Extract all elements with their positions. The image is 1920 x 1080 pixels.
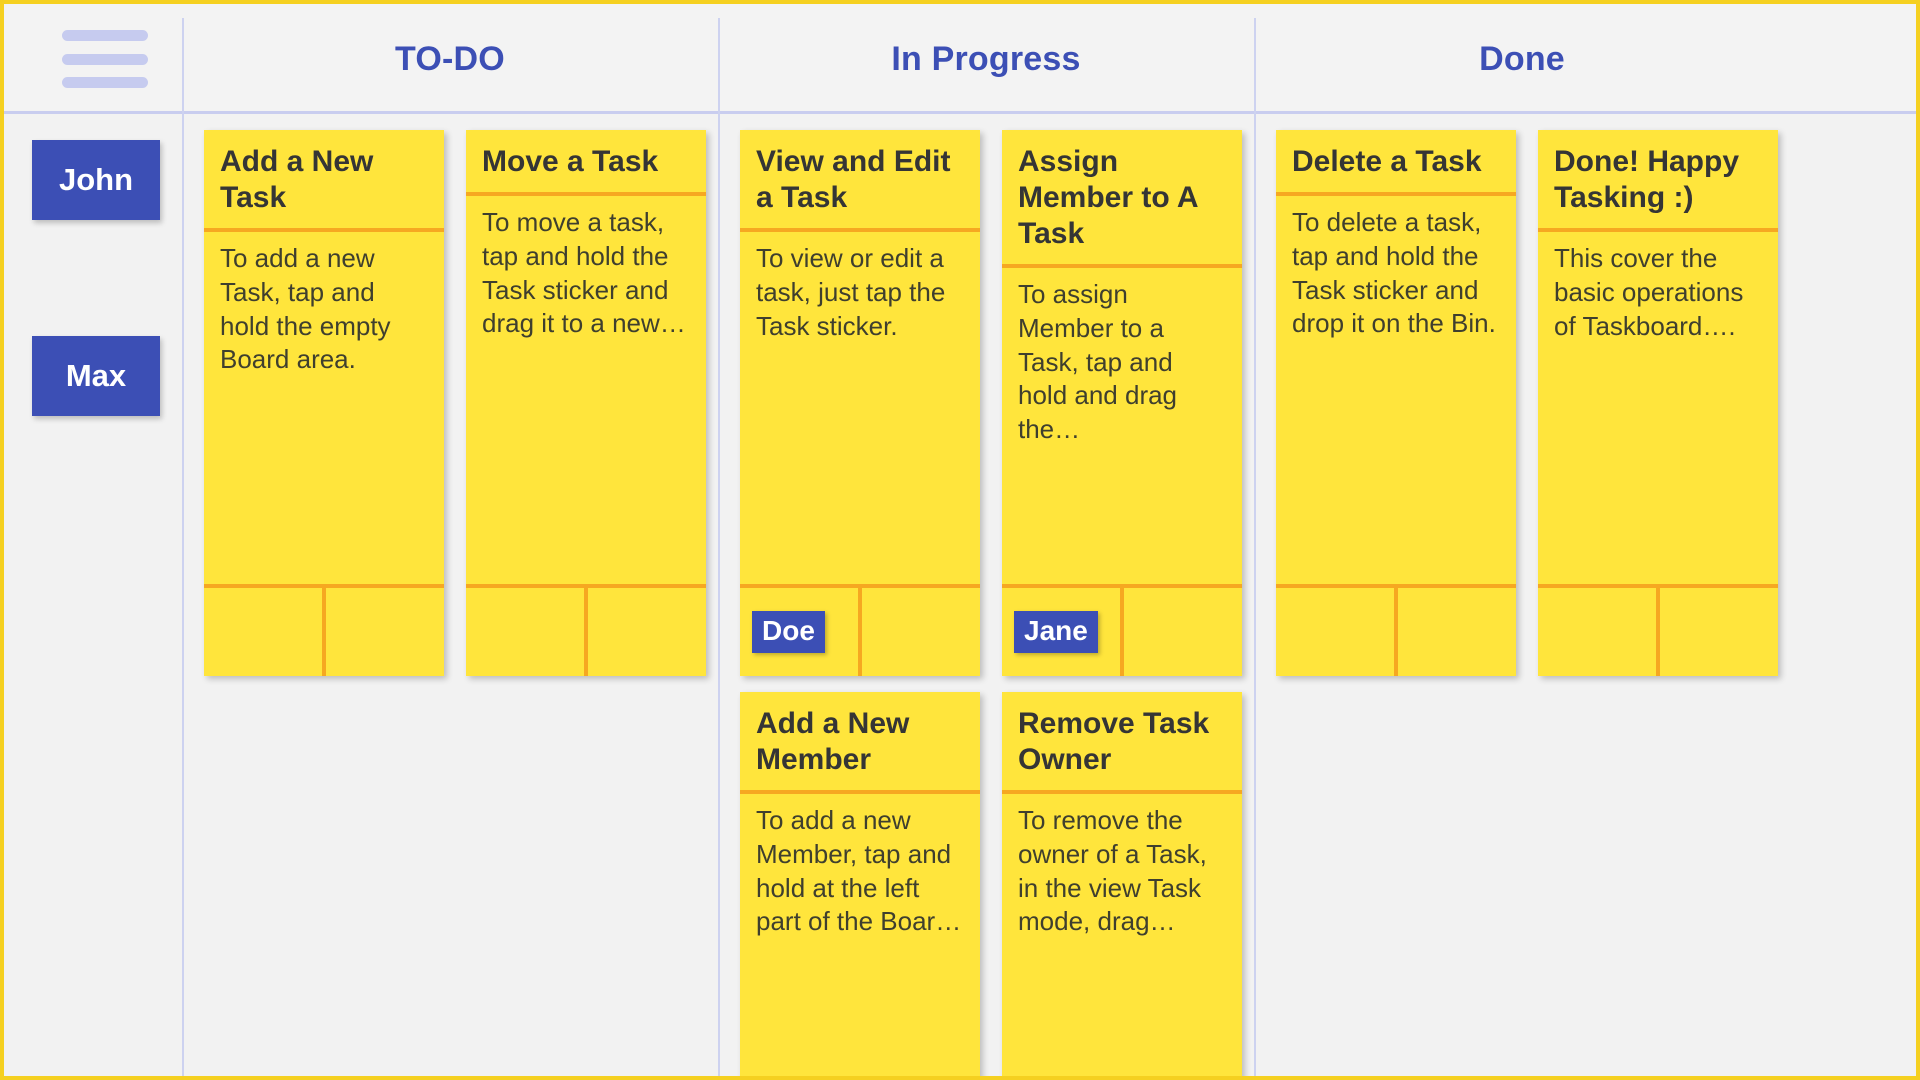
task-card-body: To add a new Member, tap and hold at the… <box>756 805 962 937</box>
column-header-done[interactable]: Done <box>1254 4 1790 114</box>
column-title-done: Done <box>1479 39 1565 78</box>
task-card-body: To view or edit a task, just tap the Tas… <box>756 243 946 341</box>
board-body: John Max Add a New Task To add a new Tas… <box>4 114 1916 1076</box>
column-header-todo[interactable]: TO-DO <box>182 4 718 114</box>
column-title-in-progress: In Progress <box>891 39 1081 78</box>
task-card-owner-slot[interactable] <box>204 588 322 676</box>
column-header-in-progress[interactable]: In Progress <box>718 4 1254 114</box>
column-in-progress: View and Edit a Task To view or edit a t… <box>718 114 1254 1076</box>
hamburger-bar-2 <box>62 53 148 65</box>
task-owner-chip[interactable]: Doe <box>752 611 825 653</box>
task-owner-chip[interactable]: Jane <box>1014 611 1098 653</box>
task-card-footer <box>204 584 444 676</box>
task-card-extra-slot[interactable] <box>584 588 706 676</box>
task-card-footer <box>1276 584 1516 676</box>
task-card-owner-slot[interactable]: Jane <box>1002 588 1120 676</box>
column-todo: Add a New Task To add a new Task, tap an… <box>182 114 718 1076</box>
task-card-body: This cover the basic operations of Taskb… <box>1554 243 1744 341</box>
task-card-extra-slot[interactable] <box>858 588 980 676</box>
task-card[interactable]: Delete a Task To delete a task, tap and … <box>1276 130 1516 676</box>
task-card-title: Move a Task <box>466 130 706 196</box>
task-card-title: Add a New Member <box>740 692 980 794</box>
hamburger-bar-3 <box>62 77 148 88</box>
column-done: Delete a Task To delete a task, tap and … <box>1254 114 1790 1076</box>
task-card-title: Assign Member to A Task <box>1002 130 1242 268</box>
task-card-extra-slot[interactable] <box>1394 588 1516 676</box>
member-name: Max <box>65 358 127 393</box>
task-card[interactable]: View and Edit a Task To view or edit a t… <box>740 130 980 676</box>
task-card-extra-slot[interactable] <box>1120 588 1242 676</box>
task-card[interactable]: Add a New Task To add a new Task, tap an… <box>204 130 444 676</box>
task-card[interactable]: Add a New Member To add a new Member, ta… <box>740 692 980 1076</box>
task-card-title: View and Edit a Task <box>740 130 980 232</box>
task-card[interactable]: Remove Task Owner To remove the owner of… <box>1002 692 1242 1076</box>
task-card-title: Add a New Task <box>204 130 444 232</box>
task-card-title: Delete a Task <box>1276 130 1516 196</box>
members-sidebar: John Max <box>4 114 182 1076</box>
taskboard-app: TO-DO In Progress Done John Max Add a Ne… <box>0 0 1920 1080</box>
task-card-footer <box>1538 584 1778 676</box>
task-card-footer: Doe <box>740 584 980 676</box>
task-card-body: To assign Member to a Task, tap and hold… <box>1018 279 1178 445</box>
task-card-body: To move a task, tap and hold the Task st… <box>482 207 686 339</box>
member-chip-john[interactable]: John <box>32 140 160 220</box>
hamburger-bar-1 <box>62 30 148 41</box>
task-card-footer <box>466 584 706 676</box>
task-card-owner-slot[interactable]: Doe <box>740 588 858 676</box>
task-card[interactable]: Move a Task To move a task, tap and hold… <box>466 130 706 676</box>
task-card[interactable]: Done! Happy Tasking :) This cover the ba… <box>1538 130 1778 676</box>
board-header: TO-DO In Progress Done <box>4 4 1916 114</box>
task-card-title: Remove Task Owner <box>1002 692 1242 794</box>
task-card-body: To remove the owner of a Task, in the vi… <box>1018 805 1207 937</box>
hamburger-menu-icon[interactable] <box>62 30 148 88</box>
column-title-todo: TO-DO <box>395 39 505 78</box>
task-card-owner-slot[interactable] <box>1538 588 1656 676</box>
task-card-body: To add a new Task, tap and hold the empt… <box>220 243 391 375</box>
task-card-title: Done! Happy Tasking :) <box>1538 130 1778 232</box>
task-card-extra-slot[interactable] <box>322 588 444 676</box>
task-card-extra-slot[interactable] <box>1656 588 1778 676</box>
member-chip-max[interactable]: Max <box>32 336 160 416</box>
member-name: John <box>58 162 134 197</box>
task-card-owner-slot[interactable] <box>1276 588 1394 676</box>
task-card-owner-slot[interactable] <box>466 588 584 676</box>
task-card-footer: Jane <box>1002 584 1242 676</box>
task-card[interactable]: Assign Member to A Task To assign Member… <box>1002 130 1242 676</box>
task-card-body: To delete a task, tap and hold the Task … <box>1292 207 1496 339</box>
